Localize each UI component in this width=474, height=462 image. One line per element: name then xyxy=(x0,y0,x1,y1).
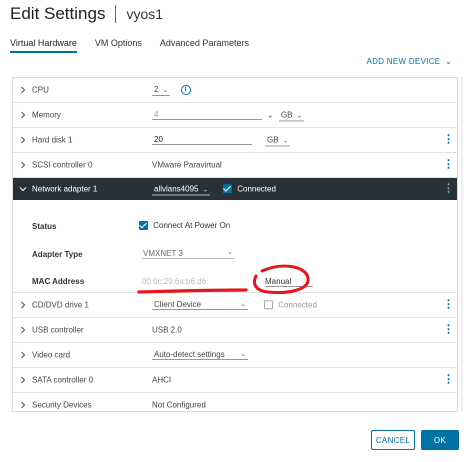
ok-button[interactable]: OK xyxy=(421,430,459,450)
red-underline-mark xyxy=(137,288,248,294)
cancel-button[interactable]: CANCEL xyxy=(371,430,415,450)
scrollbar[interactable] xyxy=(460,77,464,412)
scrollbar-track xyxy=(461,77,463,412)
red-circle-mark xyxy=(253,264,310,294)
red-annotation-overlay xyxy=(137,264,310,294)
